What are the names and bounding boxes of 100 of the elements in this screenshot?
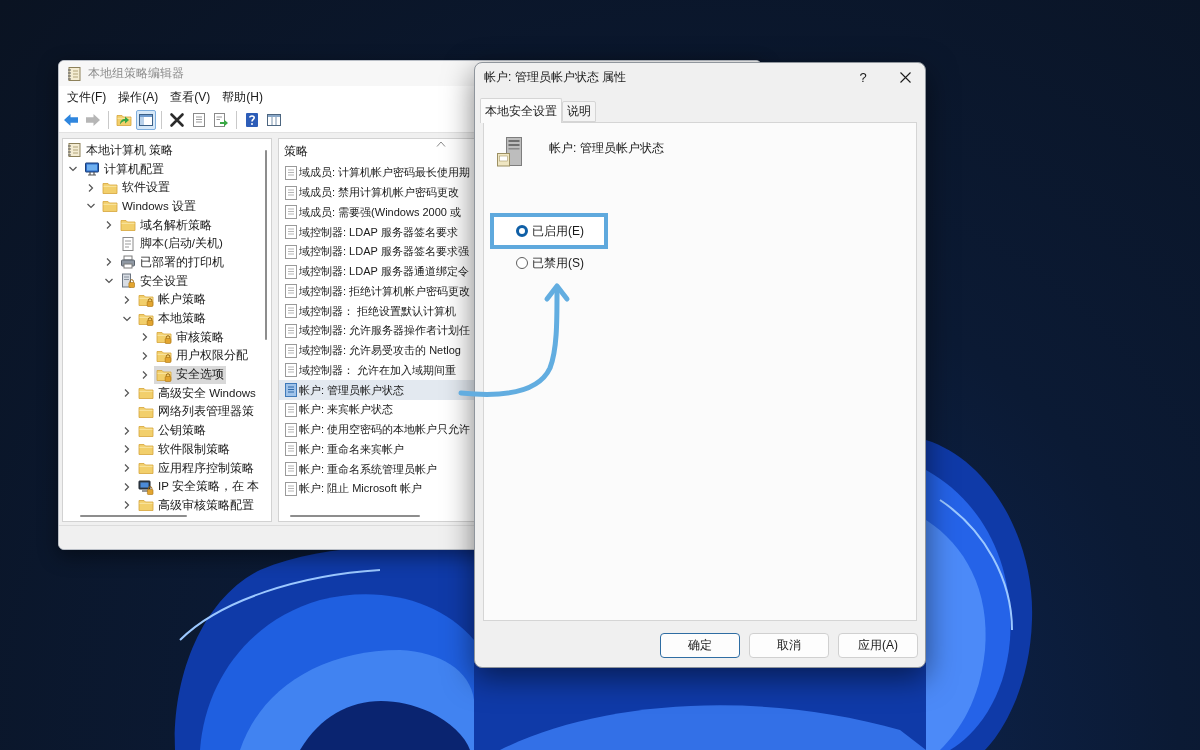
close-icon[interactable] xyxy=(900,71,911,83)
tree-item[interactable]: 已部署的打印机 xyxy=(118,253,226,272)
folder-icon xyxy=(138,441,154,458)
menu-item[interactable]: 文件(F) xyxy=(61,87,113,107)
tree-item[interactable]: 安全选项 xyxy=(154,365,226,384)
tree-item[interactable]: 软件设置 xyxy=(100,178,172,197)
dialog-button[interactable]: 取消 xyxy=(749,633,829,658)
document-icon xyxy=(285,205,297,220)
menu-item[interactable]: 查看(V) xyxy=(164,87,217,107)
chevron-right-icon[interactable] xyxy=(122,294,132,305)
toolbar-button[interactable] xyxy=(167,110,187,130)
policy-item[interactable]: 域控制器: LDAP 服务器通道绑定令 xyxy=(279,261,474,282)
tree-item[interactable]: 用户权限分配 xyxy=(154,346,250,365)
tree-item[interactable]: 高级审核策略配置 xyxy=(136,496,256,515)
document-icon xyxy=(285,442,297,457)
chevron-right-icon[interactable] xyxy=(122,463,132,474)
toolbar-button[interactable] xyxy=(136,110,156,130)
locked-folder-icon xyxy=(156,329,172,346)
radio-button[interactable] xyxy=(516,257,528,269)
tree-item[interactable]: 公钥策略 xyxy=(136,421,208,440)
dialog-title: 帐户: 管理员帐户状态 属性 xyxy=(484,68,627,86)
tree-item[interactable]: 审核策略 xyxy=(154,328,226,347)
left-arrow-icon xyxy=(63,112,79,128)
document-icon xyxy=(285,225,297,240)
column-header[interactable]: 策略 xyxy=(284,142,436,160)
folder-icon xyxy=(102,198,118,215)
document-icon xyxy=(285,343,297,358)
tree-item[interactable]: IP 安全策略，在 本 xyxy=(136,477,262,496)
chevron-right-icon[interactable] xyxy=(86,182,96,193)
policy-item[interactable]: 帐户: 重命名系统管理员帐户 xyxy=(279,459,474,479)
chevron-right-icon[interactable] xyxy=(122,388,132,399)
chevron-right-icon[interactable] xyxy=(104,220,114,231)
document-icon xyxy=(285,264,297,279)
chevron-right-icon[interactable] xyxy=(122,444,132,455)
dialog-button[interactable]: 确定 xyxy=(660,633,740,658)
tree-item[interactable]: 本地策略 xyxy=(136,309,208,328)
document-icon xyxy=(285,304,297,319)
tree-item[interactable]: 安全设置 xyxy=(118,272,190,291)
document-icon xyxy=(285,402,297,417)
policy-item[interactable]: 域控制器: 允许易受攻击的 Netlog xyxy=(279,340,474,361)
policy-item[interactable]: 帐户: 来宾帐户状态 xyxy=(279,400,474,420)
chevron-right-icon[interactable] xyxy=(122,425,132,436)
radio-option[interactable]: 已禁用(S) xyxy=(516,254,584,272)
document-icon xyxy=(191,112,207,128)
tab[interactable]: 说明 xyxy=(562,101,596,122)
tree-item[interactable]: 帐户策略 xyxy=(136,290,208,309)
printer-icon xyxy=(120,254,136,271)
folder-arrow-icon xyxy=(116,112,132,128)
policy-item[interactable]: 帐户: 重命名来宾帐户 xyxy=(279,439,474,460)
window-title: 本地组策略编辑器 xyxy=(88,65,184,82)
policy-item[interactable]: 帐户: 管理员帐户状态 xyxy=(279,380,474,400)
document-icon xyxy=(285,363,297,378)
tree-item[interactable]: 计算机配置 xyxy=(82,160,166,179)
document-icon xyxy=(285,422,297,437)
menu-item[interactable]: 操作(A) xyxy=(112,87,165,107)
chevron-right-icon[interactable] xyxy=(122,481,132,492)
document-icon xyxy=(285,165,297,180)
tree-item[interactable]: 域名解析策略 xyxy=(118,216,214,235)
chevron-right-icon[interactable] xyxy=(140,350,150,361)
tree-item[interactable]: 本地计算机 策略 xyxy=(64,141,176,160)
horizontal-scrollbar[interactable] xyxy=(290,515,420,517)
notebook-icon xyxy=(66,65,82,82)
locked-document-icon xyxy=(120,273,136,290)
tree-item[interactable]: Windows 设置 xyxy=(100,197,198,216)
chevron-right-icon[interactable] xyxy=(104,257,114,268)
policy-item[interactable]: 域成员: 计算机帐户密码最长使用期 xyxy=(279,163,474,183)
document-icon xyxy=(285,383,297,398)
tree-item[interactable]: 应用程序控制策略 xyxy=(136,459,256,478)
policy-item[interactable]: 帐户: 阻止 Microsoft 帐户 xyxy=(279,479,474,499)
policy-name: 帐户: 管理员帐户状态 xyxy=(549,140,664,157)
tab[interactable]: 本地安全设置 xyxy=(480,98,562,123)
policy-item[interactable]: 域控制器: 拒绝计算机帐户密码更改 xyxy=(279,281,474,302)
radio-option[interactable]: 已启用(E) xyxy=(516,222,584,240)
chevron-right-icon[interactable] xyxy=(140,369,150,380)
vertical-scrollbar[interactable] xyxy=(265,150,268,340)
notebook-icon xyxy=(66,142,82,159)
policy-item[interactable]: 域控制器: LDAP 服务器签名要求 xyxy=(279,222,474,242)
tree-item[interactable]: 软件限制策略 xyxy=(136,440,232,459)
menu-item[interactable]: 帮助(H) xyxy=(216,87,269,107)
radio-button[interactable] xyxy=(516,225,528,237)
policy-item[interactable]: 域控制器: 允许服务器操作者计划任 xyxy=(279,321,474,341)
tree-item[interactable]: 脚本(启动/关机) xyxy=(118,234,225,253)
dialog-button[interactable]: 应用(A) xyxy=(838,633,918,658)
help-button[interactable]: ? xyxy=(842,64,884,90)
document-icon xyxy=(285,284,297,299)
tree-item[interactable]: 网络列表管理器策 xyxy=(136,402,256,421)
tree-item[interactable]: 高级安全 Windows xyxy=(136,384,258,403)
chevron-right-icon[interactable] xyxy=(122,500,132,511)
policy-item[interactable]: 帐户: 使用空密码的本地帐户只允许 xyxy=(279,419,474,440)
help-icon xyxy=(244,112,260,128)
policy-item[interactable]: 域成员: 需要强(Windows 2000 或 xyxy=(279,202,474,223)
computer-icon xyxy=(84,161,100,178)
window-columns-icon xyxy=(266,112,282,128)
horizontal-scrollbar[interactable] xyxy=(80,515,187,517)
chevron-right-icon[interactable] xyxy=(140,332,150,343)
folder-icon xyxy=(120,217,136,234)
policy-item[interactable]: 域成员: 禁用计算机帐户密码更改 xyxy=(279,182,474,203)
policy-item[interactable]: 域控制器： 拒绝设置默认计算机 xyxy=(279,301,474,321)
policy-item[interactable]: 域控制器: LDAP 服务器签名要求强 xyxy=(279,242,474,262)
policy-item[interactable]: 域控制器： 允许在加入域期间重 xyxy=(279,360,474,381)
